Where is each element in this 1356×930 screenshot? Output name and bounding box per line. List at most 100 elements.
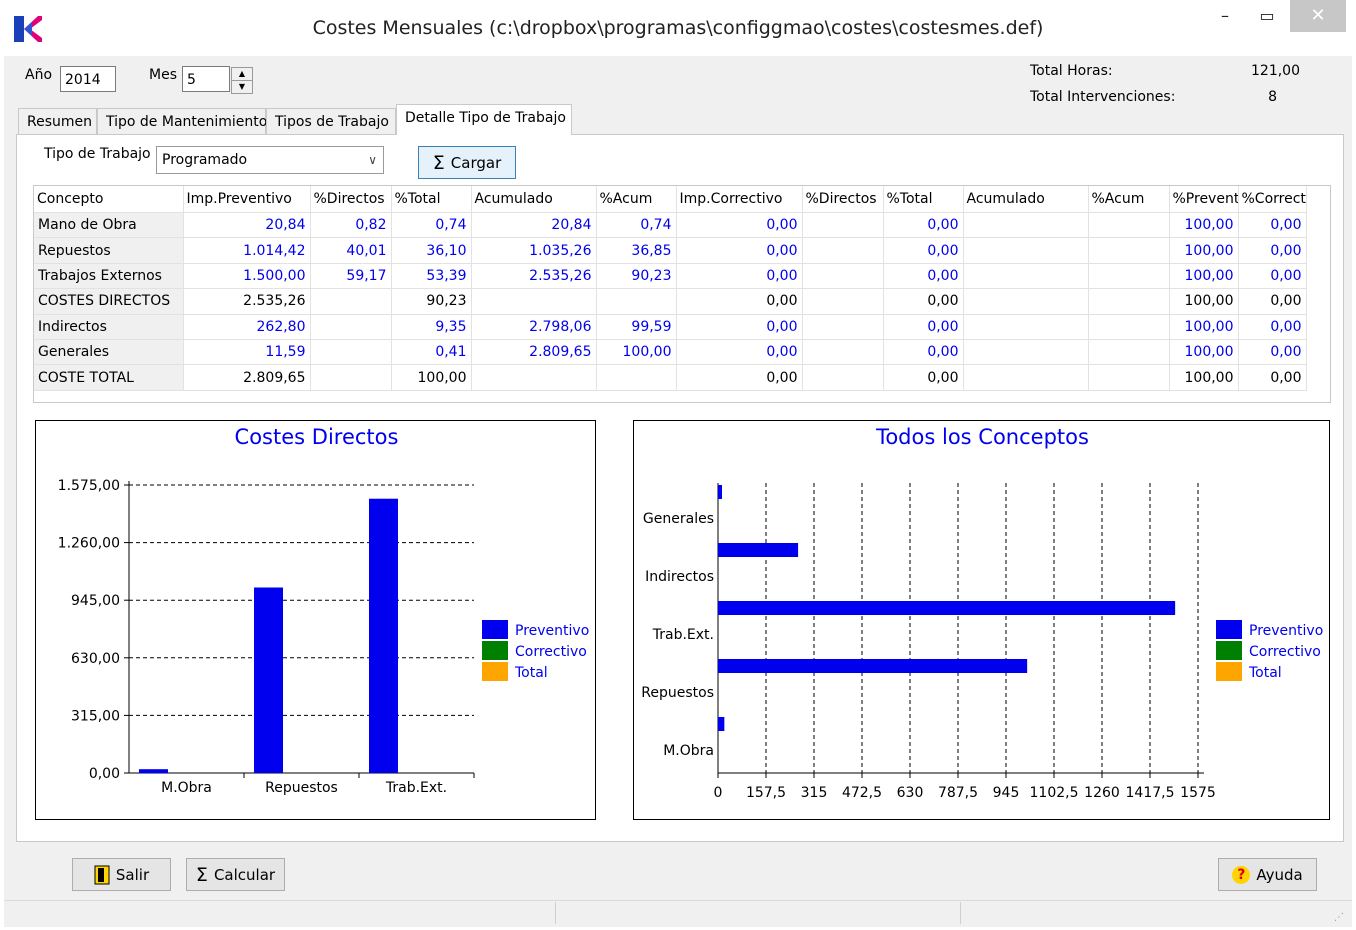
table-cell[interactable]: 0,00 bbox=[1238, 237, 1307, 264]
table-cell[interactable]: 0,00 bbox=[676, 314, 803, 340]
table-cell[interactable]: 0,74 bbox=[596, 212, 677, 239]
work-type-select[interactable]: Programado ∨ bbox=[156, 146, 384, 174]
table-cell[interactable]: 100,00 bbox=[1169, 314, 1239, 340]
exit-button[interactable]: Salir bbox=[72, 858, 171, 891]
table-row[interactable]: COSTES DIRECTOS 2.535,26 90,23 0,00 0,00 100,… bbox=[34, 288, 1307, 315]
table-cell[interactable] bbox=[1088, 364, 1170, 391]
table-cell[interactable] bbox=[963, 314, 1089, 340]
table-cell[interactable] bbox=[802, 212, 884, 239]
table-cell[interactable]: 100,00 bbox=[596, 339, 677, 366]
column-header[interactable]: %Directos bbox=[802, 186, 884, 213]
table-cell[interactable] bbox=[802, 314, 884, 340]
table-cell[interactable] bbox=[963, 288, 1089, 315]
row-concept-cell[interactable]: COSTES DIRECTOS bbox=[34, 288, 184, 315]
table-cell[interactable] bbox=[1088, 314, 1170, 340]
row-concept-cell[interactable]: Generales bbox=[34, 339, 184, 366]
table-cell[interactable] bbox=[963, 364, 1089, 391]
table-cell[interactable]: 36,10 bbox=[391, 237, 472, 264]
resize-grip-icon[interactable]: ⋰ bbox=[1334, 912, 1344, 923]
table-cell[interactable] bbox=[596, 288, 677, 315]
column-header[interactable]: Imp.Correctivo bbox=[676, 186, 803, 213]
column-header[interactable]: Concepto bbox=[34, 186, 184, 213]
table-cell[interactable]: 262,80 bbox=[183, 314, 311, 340]
column-header[interactable]: %Acum bbox=[1088, 186, 1170, 213]
table-cell[interactable]: 100,00 bbox=[1169, 263, 1239, 290]
table-cell[interactable] bbox=[963, 237, 1089, 264]
table-cell[interactable]: 90,23 bbox=[391, 288, 472, 315]
table-cell[interactable] bbox=[596, 364, 677, 391]
table-cell[interactable]: 0,00 bbox=[1238, 263, 1307, 290]
month-input[interactable]: 5 bbox=[182, 66, 230, 92]
column-header[interactable]: Acumulado bbox=[963, 186, 1089, 213]
column-header[interactable]: %Directos bbox=[310, 186, 392, 213]
table-cell[interactable] bbox=[1088, 263, 1170, 290]
table-cell[interactable]: 11,59 bbox=[183, 339, 311, 366]
column-header[interactable]: %Total bbox=[391, 186, 472, 213]
table-cell[interactable]: 99,59 bbox=[596, 314, 677, 340]
tab-tipo-mantenimiento[interactable]: Tipo de Mantenimiento bbox=[97, 108, 267, 134]
row-concept-cell[interactable]: Trabajos Externos bbox=[34, 263, 184, 290]
table-cell[interactable]: 1.500,00 bbox=[183, 263, 311, 290]
table-cell[interactable]: 20,84 bbox=[183, 212, 311, 239]
column-header[interactable]: %Total bbox=[883, 186, 964, 213]
table-cell[interactable] bbox=[310, 314, 392, 340]
table-cell[interactable]: 53,39 bbox=[391, 263, 472, 290]
table-cell[interactable]: 0,00 bbox=[1238, 339, 1307, 366]
table-cell[interactable] bbox=[963, 263, 1089, 290]
table-cell[interactable]: 100,00 bbox=[1169, 288, 1239, 315]
table-cell[interactable] bbox=[963, 339, 1089, 366]
table-cell[interactable]: 2.798,06 bbox=[471, 314, 597, 340]
column-header[interactable]: Imp.Preventivo bbox=[183, 186, 311, 213]
table-cell[interactable]: 0,00 bbox=[883, 263, 964, 290]
table-cell[interactable] bbox=[1088, 237, 1170, 264]
data-grid[interactable]: Concepto Imp.Preventivo %Directos %Total Acu… bbox=[34, 186, 1307, 391]
table-cell[interactable]: 0,82 bbox=[310, 212, 392, 239]
column-header[interactable]: %Correct bbox=[1238, 186, 1307, 213]
table-cell[interactable]: 0,00 bbox=[1238, 212, 1307, 239]
table-cell[interactable] bbox=[963, 212, 1089, 239]
table-cell[interactable]: 0,00 bbox=[883, 339, 964, 366]
table-cell[interactable]: 100,00 bbox=[1169, 212, 1239, 239]
maximize-button[interactable]: ▭ bbox=[1244, 0, 1290, 32]
table-cell[interactable]: 1.014,42 bbox=[183, 237, 311, 264]
month-up-spinner[interactable]: ▲ bbox=[231, 67, 253, 81]
table-cell[interactable] bbox=[802, 339, 884, 366]
table-cell[interactable]: 0,00 bbox=[883, 314, 964, 340]
row-concept-cell[interactable]: COSTE TOTAL bbox=[34, 364, 184, 391]
table-cell[interactable]: 40,01 bbox=[310, 237, 392, 264]
table-cell[interactable]: 0,00 bbox=[676, 364, 803, 391]
table-cell[interactable]: 0,74 bbox=[391, 212, 472, 239]
column-header[interactable]: Acumulado bbox=[471, 186, 597, 213]
table-cell[interactable]: 0,00 bbox=[1238, 314, 1307, 340]
table-cell[interactable] bbox=[802, 288, 884, 315]
column-header[interactable]: %Preventi bbox=[1169, 186, 1239, 213]
table-cell[interactable]: 0,00 bbox=[883, 212, 964, 239]
table-row[interactable]: Trabajos Externos 1.500,00 59,17 53,39 2.535… bbox=[34, 263, 1307, 290]
tab-resumen[interactable]: Resumen bbox=[18, 108, 97, 134]
table-cell[interactable]: 0,00 bbox=[676, 212, 803, 239]
table-cell[interactable] bbox=[471, 364, 597, 391]
table-row[interactable]: Repuestos 1.014,42 40,01 36,10 1.035,26 36,85… bbox=[34, 237, 1307, 264]
table-cell[interactable] bbox=[802, 263, 884, 290]
table-cell[interactable] bbox=[471, 288, 597, 315]
table-cell[interactable]: 2.809,65 bbox=[183, 364, 311, 391]
table-cell[interactable]: 100,00 bbox=[391, 364, 472, 391]
table-cell[interactable]: 0,41 bbox=[391, 339, 472, 366]
table-cell[interactable] bbox=[1088, 288, 1170, 315]
table-cell[interactable] bbox=[802, 237, 884, 264]
month-down-spinner[interactable]: ▼ bbox=[231, 80, 253, 94]
table-row[interactable]: Indirectos 262,80 9,35 2.798,06 99,59 0,00 0,0… bbox=[34, 314, 1307, 340]
table-row[interactable]: Generales 11,59 0,41 2.809,65 100,00 0,00 0,00… bbox=[34, 339, 1307, 366]
table-cell[interactable]: 0,00 bbox=[676, 288, 803, 315]
table-cell[interactable]: 2.535,26 bbox=[471, 263, 597, 290]
load-button[interactable]: Σ Cargar bbox=[418, 146, 516, 179]
table-cell[interactable]: 0,00 bbox=[883, 288, 964, 315]
table-cell[interactable] bbox=[310, 339, 392, 366]
table-cell[interactable]: 59,17 bbox=[310, 263, 392, 290]
table-row[interactable]: Mano de Obra 20,84 0,82 0,74 20,84 0,74 0,00 0,… bbox=[34, 212, 1307, 239]
table-cell[interactable] bbox=[802, 364, 884, 391]
year-input[interactable]: 2014 bbox=[60, 66, 116, 92]
row-concept-cell[interactable]: Repuestos bbox=[34, 237, 184, 264]
table-cell[interactable]: 0,00 bbox=[883, 237, 964, 264]
table-cell[interactable] bbox=[1088, 212, 1170, 239]
